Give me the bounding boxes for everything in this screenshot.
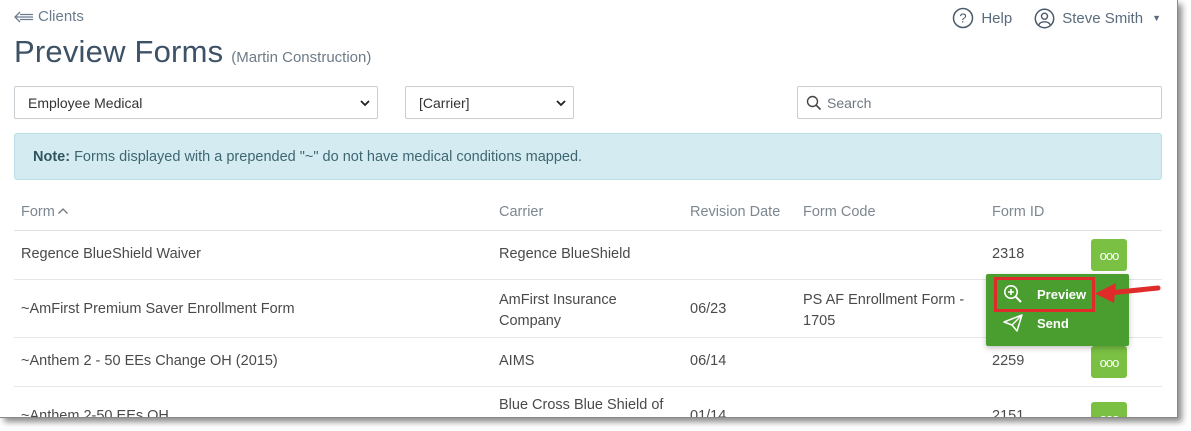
revision-date: 06/23 — [690, 301, 727, 317]
note-text: Forms displayed with a prepended "~" do … — [74, 148, 583, 165]
column-header-form-id[interactable]: Form ID — [992, 204, 1044, 220]
send-menu-item[interactable]: Send — [1003, 314, 1069, 332]
carrier-name: Regence BlueShield — [499, 246, 631, 262]
note-prefix: Note: — [33, 148, 71, 165]
note-banner: Note: Forms displayed with a prepended "… — [14, 133, 1162, 180]
form-id: 2259 — [992, 353, 1025, 369]
column-header-form-code[interactable]: Form Code — [803, 204, 876, 220]
annotation-highlight-box — [994, 277, 1095, 312]
back-arrow-icon — [14, 11, 33, 22]
back-to-clients-link[interactable]: Clients — [14, 8, 84, 25]
coverage-select-value: Employee Medical — [28, 94, 143, 111]
user-icon — [1034, 8, 1055, 28]
search-placeholder: Search — [827, 94, 872, 111]
table-header: Form Carrier Revision Date Form Code For… — [14, 196, 1162, 231]
column-header-revision-date[interactable]: Revision Date — [690, 204, 780, 220]
search-icon — [806, 95, 822, 110]
search-input[interactable]: Search — [797, 86, 1162, 119]
row-actions-button[interactable]: ooo — [1091, 239, 1127, 271]
page-title: Preview Forms — [14, 34, 224, 69]
send-label: Send — [1037, 315, 1069, 331]
table-row: Regence BlueShield Waiver Regence BlueSh… — [14, 231, 1162, 280]
form-name: Regence BlueShield Waiver — [21, 246, 202, 262]
column-header-form[interactable]: Form — [21, 204, 69, 220]
form-name: ~Anthem 2-50 EEs OH — [21, 408, 169, 418]
table-row: ~Anthem 2-50 EEs OH Blue Cross Blue Shie… — [14, 387, 1162, 418]
carrier-name: Blue Cross Blue Shield of — [499, 397, 664, 413]
carrier-name: AmFirst Insurance Company — [499, 292, 617, 329]
carrier-select-value: [Carrier] — [419, 94, 470, 111]
form-code: PS AF Enrollment Form - 1705 — [803, 292, 965, 329]
page-subtitle: (Martin Construction) — [231, 49, 372, 66]
row-actions-button[interactable]: ooo — [1091, 346, 1127, 378]
coverage-select[interactable]: Employee Medical — [14, 86, 378, 119]
user-nav: ? Help Steve Smith ▼ — [952, 7, 1161, 29]
chevron-down-icon — [360, 100, 370, 107]
user-name: Steve Smith — [1062, 9, 1144, 27]
caret-down-icon: ▼ — [1152, 13, 1161, 23]
carrier-name: AIMS — [499, 353, 535, 369]
svg-text:?: ? — [960, 11, 967, 26]
carrier-select[interactable]: [Carrier] — [405, 86, 574, 119]
help-link[interactable]: ? Help — [952, 7, 1012, 29]
form-id: 2318 — [992, 246, 1025, 262]
help-icon: ? — [953, 7, 974, 29]
help-label: Help — [981, 9, 1013, 27]
form-name: ~Anthem 2 - 50 EEs Change OH (2015) — [21, 353, 278, 369]
form-id: 2151 — [992, 408, 1025, 418]
annotation-arrow-icon — [1095, 283, 1161, 303]
app-window: Clients ? Help Steve Smith ▼ Preview For… — [0, 0, 1178, 418]
column-header-carrier[interactable]: Carrier — [499, 204, 543, 220]
form-name: ~AmFirst Premium Saver Enrollment Form — [21, 301, 295, 317]
title-row: Preview Forms (Martin Construction) — [14, 34, 371, 70]
top-bar: Clients ? Help Steve Smith ▼ — [14, 7, 1161, 30]
send-icon — [1003, 314, 1023, 332]
sort-ascending-icon — [57, 208, 68, 214]
user-menu[interactable]: Steve Smith ▼ — [1034, 8, 1161, 29]
revision-date: 06/14 — [690, 353, 727, 369]
revision-date: 01/14 — [690, 408, 727, 418]
row-actions-button[interactable]: ooo — [1091, 402, 1127, 417]
back-link-label: Clients — [38, 8, 84, 25]
chevron-down-icon — [556, 100, 566, 107]
